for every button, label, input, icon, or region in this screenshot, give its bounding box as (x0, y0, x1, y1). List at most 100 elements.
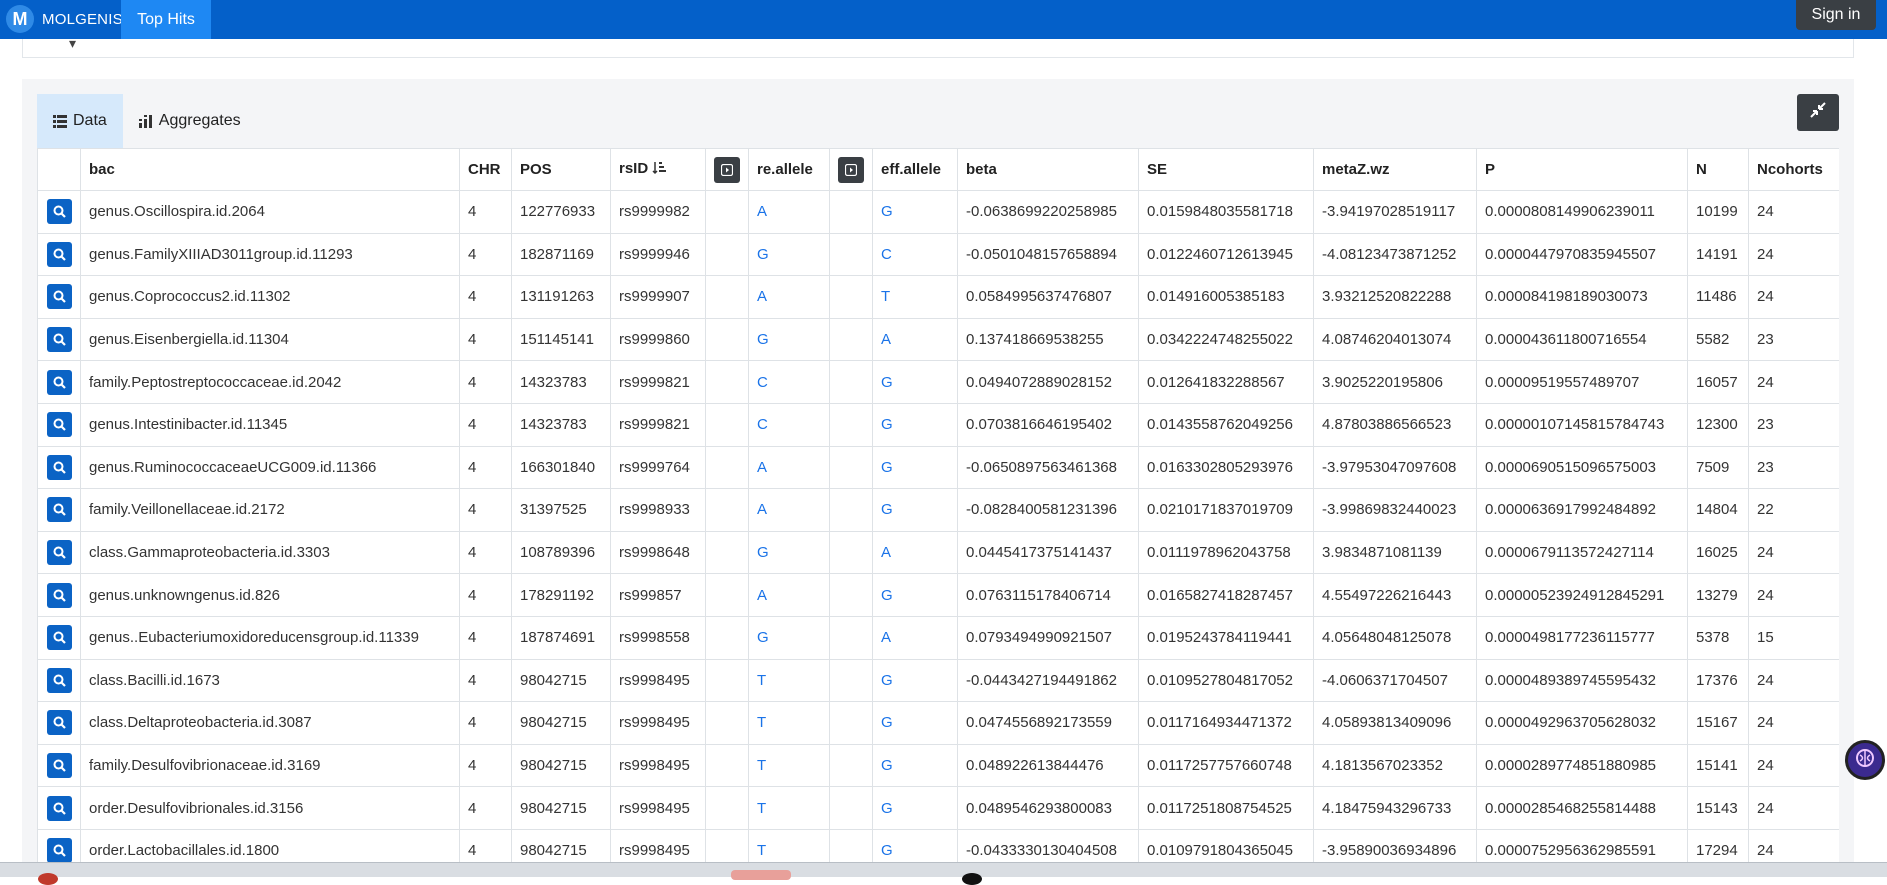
table-header-row: bac CHR POS rsID re.allele eff.allele be… (37, 148, 1839, 191)
compress-view-button[interactable] (1797, 94, 1839, 131)
cell-re-allele[interactable]: T (748, 743, 830, 788)
cell-re-allele[interactable]: G (748, 317, 830, 362)
cell-re-allele[interactable]: A (748, 488, 830, 532)
cell-ncohorts: 23 (1748, 445, 1839, 490)
column-header-eff-allele[interactable]: eff.allele (872, 148, 958, 191)
row-search-icon[interactable] (46, 327, 72, 353)
row-search-icon[interactable] (46, 582, 72, 608)
cell-eff-allele[interactable]: G (872, 743, 958, 788)
cell-re-allele[interactable]: T (748, 658, 830, 703)
bar-chart-icon (138, 114, 153, 128)
cell-re-allele[interactable]: C (748, 402, 830, 447)
row-search-icon[interactable] (46, 241, 72, 267)
cell-eff-allele[interactable]: G (872, 360, 958, 404)
cell-eff-allele[interactable]: T (872, 275, 958, 319)
results-table-container: bac CHR POS rsID re.allele eff.allele be… (37, 148, 1839, 877)
cell-ncohorts: 24 (1748, 232, 1839, 277)
column-header-se[interactable]: SE (1138, 148, 1314, 191)
taskbar-app-icon[interactable] (38, 873, 58, 885)
sort-descending-icon[interactable] (652, 161, 667, 179)
cell-p: 0.00000523924912845291 (1476, 573, 1688, 617)
row-search-icon[interactable] (46, 497, 72, 523)
cell-pos: 122776933 (511, 190, 611, 234)
row-search-icon[interactable] (46, 753, 72, 779)
column-header-p[interactable]: P (1476, 148, 1688, 191)
column-header-ncohorts[interactable]: Ncohorts (1748, 148, 1839, 191)
cell-rsid: rs999857 (610, 573, 706, 617)
taskbar-app-icon[interactable] (962, 873, 982, 885)
cell-eff-allele[interactable]: A (872, 615, 958, 660)
sign-in-button[interactable]: Sign in (1796, 0, 1876, 30)
cell-re-allele[interactable]: C (748, 360, 830, 404)
column-header-re-allele[interactable]: re.allele (748, 148, 830, 191)
cell-metaz-wz: -3.94197028519117 (1313, 190, 1477, 234)
expand-column-re-allele-button[interactable] (714, 156, 740, 183)
column-header-pos[interactable]: POS (511, 148, 611, 191)
cell-se: 0.0210171837019709 (1138, 488, 1314, 532)
cell-pos: 14323783 (511, 360, 611, 404)
row-search-icon[interactable] (46, 412, 72, 438)
cell-metaz-wz: 4.87803886566523 (1313, 402, 1477, 447)
row-search-icon[interactable] (46, 199, 72, 225)
taskbar-app-icon[interactable] (731, 870, 791, 880)
cell-eff-allele[interactable]: G (872, 402, 958, 447)
brand-link[interactable]: M MOLGENIS (6, 2, 123, 36)
nav-tab-top-hits[interactable]: Top Hits (121, 0, 211, 39)
cell-eff-allele[interactable]: G (872, 786, 958, 830)
row-search-icon[interactable] (46, 625, 72, 651)
cell-eff-allele[interactable]: G (872, 658, 958, 703)
row-search-icon[interactable] (46, 454, 72, 480)
cell-rsid: rs9999946 (610, 232, 706, 277)
cell-bac: class.Deltaproteobacteria.id.3087 (80, 701, 460, 745)
column-header-n[interactable]: N (1687, 148, 1749, 191)
cell-re-allele[interactable]: A (748, 275, 830, 319)
column-header-beta[interactable]: beta (957, 148, 1139, 191)
table-row: genus.FamilyXIIIAD3011group.id.11293 4 182… (37, 232, 1839, 277)
cell-re-allele[interactable]: G (748, 615, 830, 660)
cell-n: 13279 (1687, 573, 1749, 617)
cell-re-allele[interactable]: T (748, 701, 830, 745)
cell-rsid: rs9999821 (610, 402, 706, 447)
row-select-cell (37, 701, 81, 745)
column-header-rsid[interactable]: rsID (610, 148, 706, 191)
expand-placeholder-cell (829, 445, 873, 490)
cell-rsid: rs9998495 (610, 786, 706, 830)
cell-re-allele[interactable]: G (748, 232, 830, 277)
row-search-icon[interactable] (46, 369, 72, 395)
cell-eff-allele[interactable]: G (872, 190, 958, 234)
cell-re-allele[interactable]: T (748, 786, 830, 830)
cell-ncohorts: 24 (1748, 786, 1839, 830)
cell-chr: 4 (459, 701, 512, 745)
assistant-widget-button[interactable] (1845, 740, 1885, 780)
cell-eff-allele[interactable]: C (872, 232, 958, 277)
cell-eff-allele[interactable]: G (872, 488, 958, 532)
row-search-icon[interactable] (46, 795, 72, 821)
row-search-icon[interactable] (46, 284, 72, 310)
tab-aggregates[interactable]: Aggregates (123, 94, 257, 148)
expand-placeholder-cell (705, 232, 749, 277)
expand-placeholder-cell (829, 573, 873, 617)
cell-re-allele[interactable]: G (748, 530, 830, 575)
cell-metaz-wz: 3.9025220195806 (1313, 360, 1477, 404)
row-search-icon[interactable] (46, 667, 72, 693)
row-search-icon[interactable] (46, 540, 72, 566)
column-header-bac[interactable]: bac (80, 148, 460, 191)
column-header-metaz-wz[interactable]: metaZ.wz (1313, 148, 1477, 191)
cell-re-allele[interactable]: A (748, 190, 830, 234)
cell-re-allele[interactable]: A (748, 573, 830, 617)
row-search-icon[interactable] (46, 710, 72, 736)
row-search-icon[interactable] (46, 838, 72, 864)
cell-chr: 4 (459, 488, 512, 532)
column-header-chr[interactable]: CHR (459, 148, 512, 191)
cell-eff-allele[interactable]: G (872, 573, 958, 617)
expand-column-eff-allele-button[interactable] (838, 156, 864, 183)
cell-metaz-wz: 3.93212520822288 (1313, 275, 1477, 319)
expand-placeholder-cell (705, 360, 749, 404)
cell-re-allele[interactable]: A (748, 445, 830, 490)
cell-eff-allele[interactable]: A (872, 530, 958, 575)
cell-eff-allele[interactable]: A (872, 317, 958, 362)
tab-data[interactable]: Data (37, 94, 123, 148)
expand-placeholder-cell (705, 190, 749, 234)
cell-eff-allele[interactable]: G (872, 701, 958, 745)
cell-eff-allele[interactable]: G (872, 445, 958, 490)
